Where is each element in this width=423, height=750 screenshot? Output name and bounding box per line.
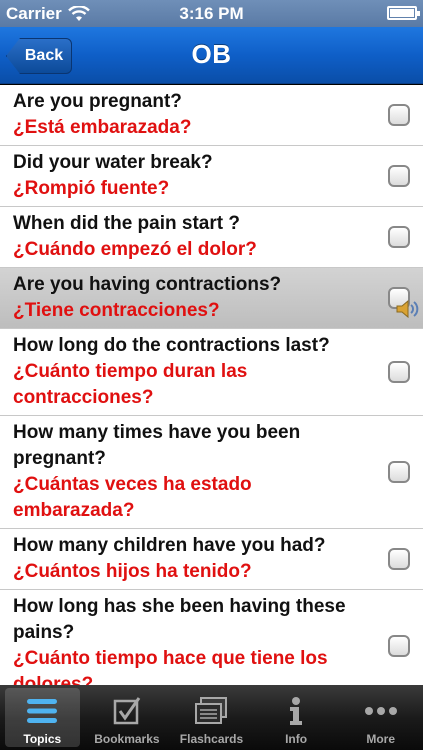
page-title: OB: [191, 39, 232, 69]
info-icon: [290, 697, 303, 725]
question-english: How many children have you had?: [13, 535, 326, 556]
list-item[interactable]: Are you pregnant? ¿Está embarazada?: [0, 85, 423, 146]
list-item[interactable]: Did your water break? ¿Rompió fuente?: [0, 146, 423, 207]
battery-icon: [387, 6, 420, 20]
tab-topics[interactable]: Topics: [0, 685, 85, 750]
tab-more[interactable]: More: [338, 685, 423, 750]
question-spanish: ¿Rompió fuente?: [13, 178, 170, 199]
flashcards-icon: [195, 697, 228, 724]
clock: 3:16 PM: [179, 4, 244, 23]
question-spanish: ¿Tiene contracciones?: [13, 300, 220, 321]
bookmark-checkbox[interactable]: [388, 104, 410, 126]
question-english: Did your water break?: [13, 152, 213, 173]
list-item[interactable]: When did the pain start ? ¿Cuándo empezó …: [0, 207, 423, 268]
navigation-bar: Back OB: [0, 27, 423, 84]
tab-label: Bookmarks: [94, 732, 160, 746]
question-english: When did the pain start ?: [13, 213, 240, 234]
status-bar: Carrier 3:16 PM: [0, 0, 423, 27]
bookmark-checkbox-icon: [113, 697, 141, 725]
tab-label: Topics: [23, 732, 62, 746]
tab-bookmarks[interactable]: Bookmarks: [85, 685, 170, 750]
list-item[interactable]: How long has she been having these pains…: [0, 590, 423, 685]
bookmark-checkbox[interactable]: [388, 361, 410, 383]
bookmark-checkbox[interactable]: [388, 226, 410, 248]
bookmark-checkbox[interactable]: [388, 635, 410, 657]
tab-label: More: [366, 732, 395, 746]
bookmark-checkbox[interactable]: [388, 165, 410, 187]
question-spanish: ¿Cuánto tiempo hace que tiene los dolore…: [13, 648, 328, 685]
tab-flashcards[interactable]: Flashcards: [169, 685, 254, 750]
tab-bar: Topics Bookmarks Flashcards Info More: [0, 685, 423, 750]
question-english: How long do the contractions last?: [13, 335, 330, 356]
question-list[interactable]: Are you pregnant? ¿Está embarazada? Did yo…: [0, 85, 423, 685]
topics-icon: [27, 699, 58, 723]
tab-label: Flashcards: [179, 732, 244, 746]
bookmark-checkbox[interactable]: [388, 461, 410, 483]
question-spanish: ¿Cuánto tiempo duran las contracciones?: [13, 361, 248, 408]
bookmark-checkbox[interactable]: [388, 548, 410, 570]
list-item[interactable]: Are you having contractions? ¿Tiene contr…: [0, 268, 423, 329]
question-spanish: ¿Está embarazada?: [13, 117, 192, 138]
tab-info[interactable]: Info: [254, 685, 339, 750]
tab-label: Info: [285, 732, 308, 746]
question-english: Are you pregnant?: [13, 91, 182, 112]
question-spanish: ¿Cuándo empezó el dolor?: [13, 239, 257, 260]
question-spanish: ¿Cuántas veces ha estado embarazada?: [13, 474, 252, 521]
list-item[interactable]: How long do the contractions last? ¿Cuánt…: [0, 329, 423, 416]
question-english: Are you having contractions?: [13, 274, 282, 295]
list-item[interactable]: How many times have you been pregnant? ¿C…: [0, 416, 423, 529]
question-spanish: ¿Cuántos hijos ha tenido?: [13, 561, 252, 582]
question-english: How many times have you been pregnant?: [13, 422, 301, 469]
more-dots-icon: [364, 707, 397, 715]
speaker-icon[interactable]: [395, 298, 421, 320]
list-item[interactable]: How many children have you had? ¿Cuántos …: [0, 529, 423, 590]
question-english: How long has she been having these pains…: [13, 596, 346, 643]
